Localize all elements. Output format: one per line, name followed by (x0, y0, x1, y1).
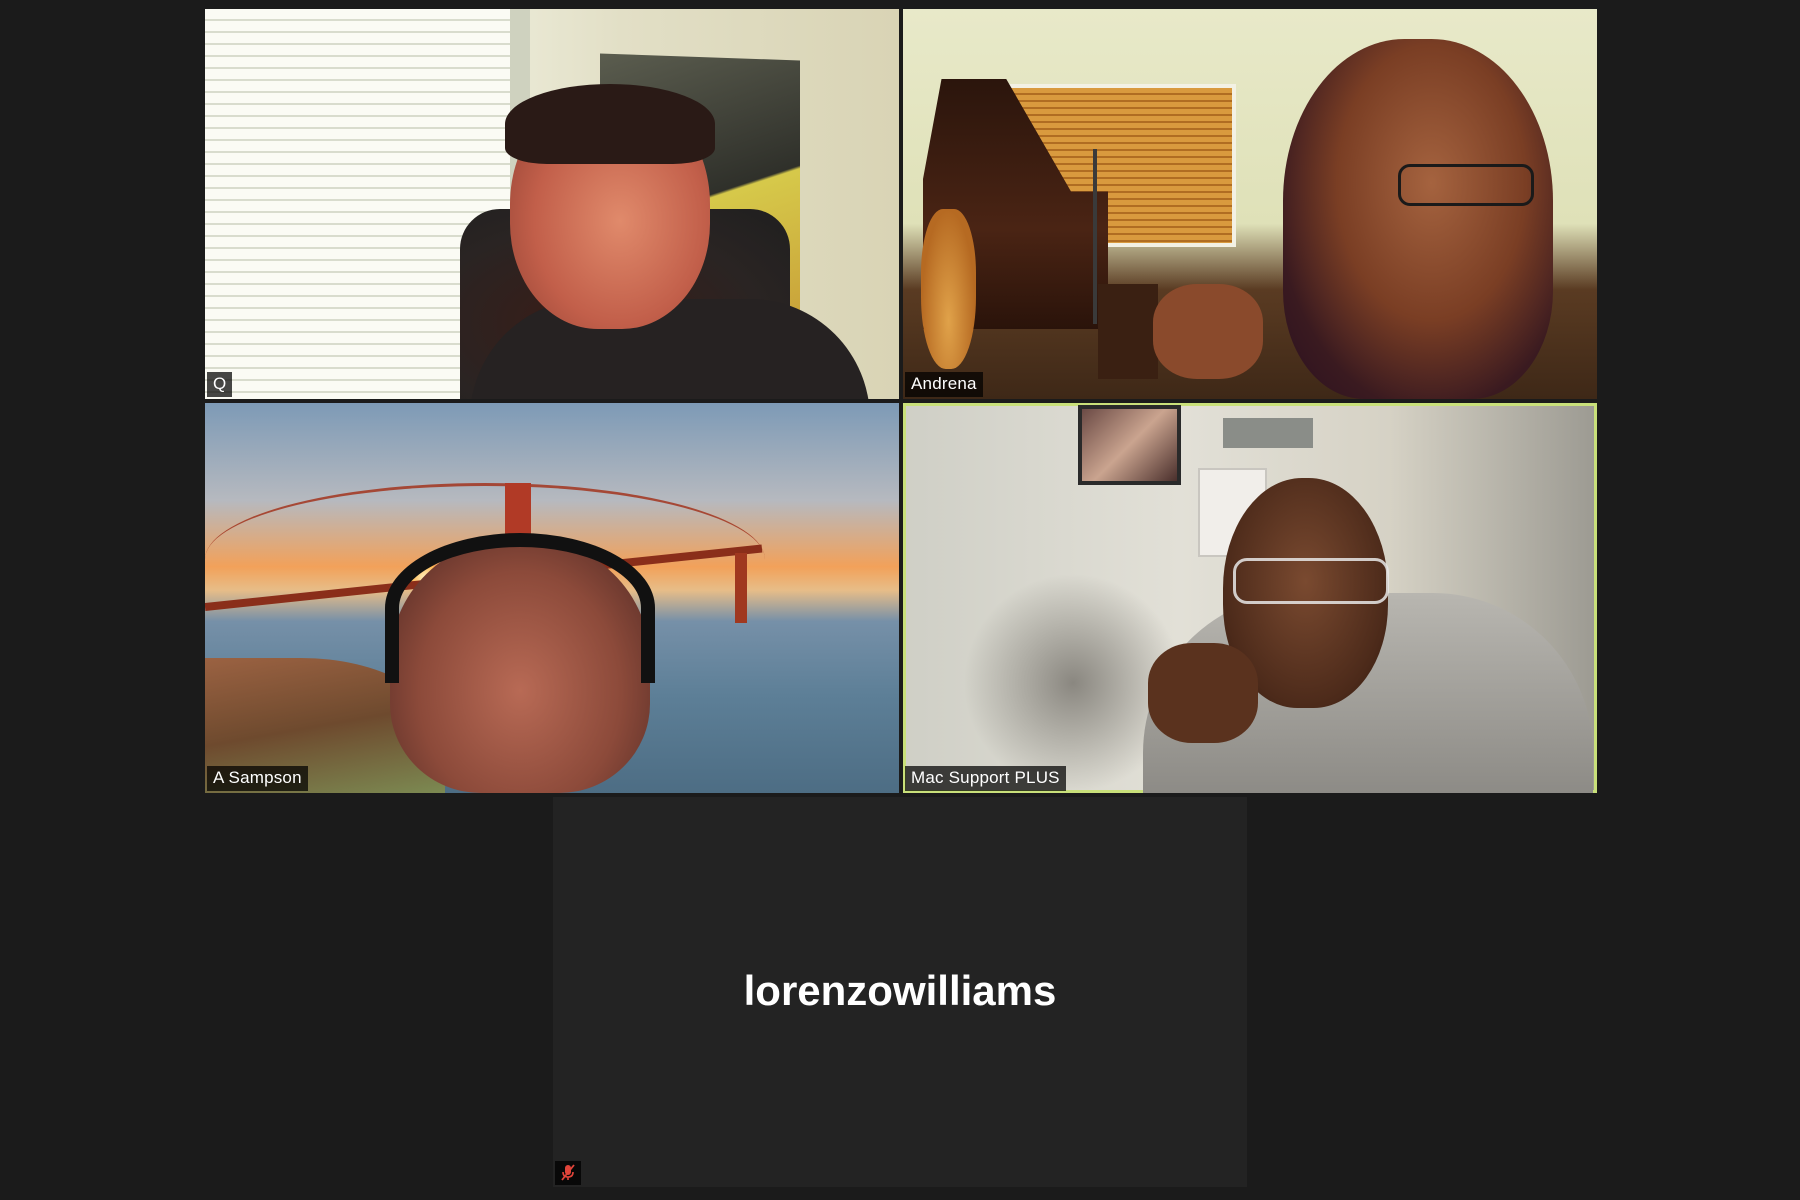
bridge-tower (735, 553, 747, 623)
participant-name-label: Q (207, 372, 233, 397)
video-grid: Q Andrena A Sampson Mac Support PLUS lor… (0, 0, 1800, 1200)
guitar (921, 209, 976, 369)
piano-stool (1098, 284, 1158, 379)
headphones (385, 533, 655, 683)
participant-tile-mac-support-plus[interactable]: Mac Support PLUS (903, 403, 1597, 793)
glasses (1398, 164, 1534, 206)
participant-tile-q[interactable]: Q (205, 9, 899, 399)
wall-photo-frame (1078, 405, 1181, 485)
participant-display-name: lorenzowilliams (743, 967, 1057, 1014)
participant-tile-a-sampson[interactable]: A Sampson (205, 403, 899, 793)
participant-tile-andrena[interactable]: Andrena (903, 9, 1597, 399)
participant-video-face (1283, 39, 1553, 399)
participant-tile-lorenzowilliams[interactable]: lorenzowilliams (553, 797, 1247, 1187)
participant-name-label: A Sampson (207, 766, 308, 791)
participant-name-label: Mac Support PLUS (905, 766, 1066, 791)
participant-name-label: Andrena (905, 372, 983, 397)
glasses (1233, 558, 1389, 604)
microphone-muted-icon (555, 1161, 581, 1185)
